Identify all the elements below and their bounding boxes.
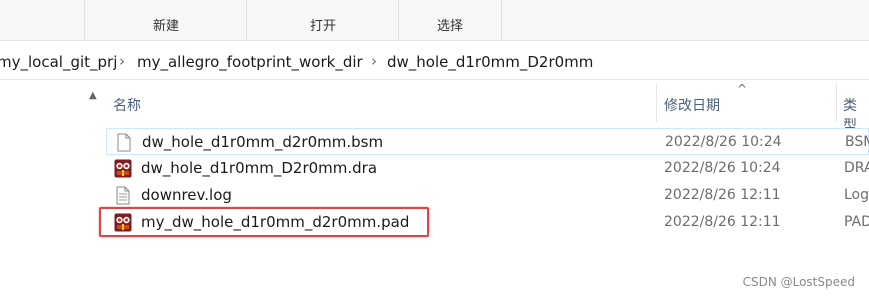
text-file-icon: [116, 186, 130, 205]
column-divider[interactable]: [656, 84, 657, 122]
file-name: dw_hole_d1r0mm_D2r0mm.dra: [141, 159, 378, 177]
ribbon-group-open[interactable]: 打开: [246, 0, 399, 40]
file-row[interactable]: downrev.log 2022/8/26 12:11 Log: [106, 182, 869, 209]
breadcrumb-item[interactable]: my_local_git_prj: [0, 53, 117, 71]
nav-scrollbar[interactable]: ▲: [89, 80, 101, 299]
file-modified: 2022/8/26 10:24: [665, 134, 782, 150]
scroll-up-icon[interactable]: ▲: [89, 90, 97, 101]
file-modified: 2022/8/26 12:11: [664, 187, 781, 203]
file-row[interactable]: dw_hole_d1r0mm_d2r0mm.bsm 2022/8/26 10:2…: [106, 128, 869, 155]
file-type: Log: [844, 187, 869, 203]
ribbon-group-open-label: 打开: [309, 19, 336, 34]
file-type: DRA: [844, 160, 869, 176]
ribbon-group-new[interactable]: 新建: [84, 0, 247, 40]
file-type: BSM: [845, 134, 869, 150]
file-modified: 2022/8/26 12:11: [664, 214, 781, 230]
breadcrumb-item[interactable]: dw_hole_d1r0mm_D2r0mm: [387, 53, 593, 71]
column-divider[interactable]: [836, 84, 837, 122]
ribbon-group-select-label: 选择: [436, 19, 463, 34]
blank-file-icon: [117, 133, 131, 152]
sort-ascending-icon: ^: [737, 82, 748, 96]
chevron-right-icon[interactable]: ›: [119, 52, 125, 70]
allegro-app-icon: [114, 159, 132, 178]
file-name: downrev.log: [141, 186, 232, 204]
breadcrumb-item[interactable]: my_allegro_footprint_work_dir: [137, 53, 363, 71]
file-name: dw_hole_d1r0mm_d2r0mm.bsm: [142, 133, 384, 151]
watermark: CSDN @LostSpeed: [742, 275, 855, 289]
file-type: PAD: [844, 214, 869, 230]
navigation-pane[interactable]: [0, 80, 90, 299]
file-modified: 2022/8/26 10:24: [664, 160, 781, 176]
ribbon-group-new-label: 新建: [152, 19, 179, 34]
ribbon-group-select[interactable]: 选择: [398, 0, 502, 40]
chevron-right-icon[interactable]: ›: [371, 52, 377, 70]
highlight-box: [99, 207, 429, 237]
address-bar[interactable]: my_local_git_prj › my_allegro_footprint_…: [0, 43, 869, 80]
file-row[interactable]: dw_hole_d1r0mm_D2r0mm.dra 2022/8/26 10:2…: [106, 155, 869, 182]
ribbon: 新建 打开 选择: [0, 0, 869, 41]
